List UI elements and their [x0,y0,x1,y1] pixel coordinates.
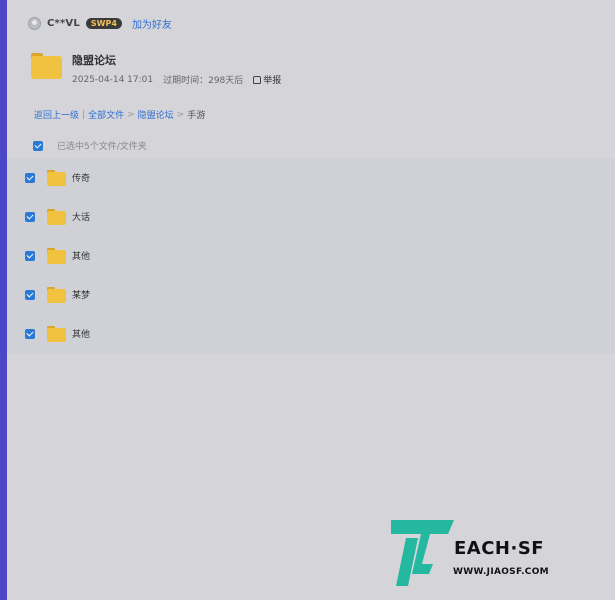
folder-icon [47,208,66,225]
watermark: EACH·SF WWW.JIAOSF.COM [388,512,588,588]
item-checkbox[interactable] [25,328,35,339]
list-item[interactable]: 传奇 [7,158,615,197]
item-name[interactable]: 某梦 [72,288,90,301]
breadcrumb-all-files[interactable]: 全部文件 [88,108,124,121]
watermark-logo-icon [391,520,454,586]
selection-summary: 已选中5个文件/文件夹 [57,142,147,152]
list-item[interactable]: 大话 [7,197,615,236]
share-meta: 2025-04-14 17:01 过期时间：298天后 举报 [72,73,281,87]
report-button[interactable]: 举报 [253,73,281,86]
item-name[interactable]: 传奇 [72,171,90,184]
select-all-row: 已选中5个文件/文件夹 [33,139,147,152]
share-expiry: 过期时间：298天后 [163,76,244,86]
add-friend-link[interactable]: 加为好友 [132,16,172,31]
list-item[interactable]: 其他 [7,236,615,275]
item-name[interactable]: 其他 [72,249,90,262]
item-checkbox[interactable] [25,172,35,183]
watermark-brand: EACH·SF [454,538,545,559]
breadcrumb-forum[interactable]: 隐盟论坛 [138,108,174,121]
folder-icon [47,325,66,342]
breadcrumb-back[interactable]: 返回上一级 [34,108,79,121]
breadcrumb-separator: > [176,109,185,120]
list-item[interactable]: 其他 [7,314,615,353]
folder-icon [31,53,62,79]
left-accent-bar [0,0,7,600]
folder-icon [47,169,66,186]
share-date: 2025-04-14 17:01 [72,74,154,85]
breadcrumb: 返回上一级 | 全部文件 > 隐盟论坛 > 手游 [34,108,206,122]
item-checkbox[interactable] [25,250,35,261]
item-name[interactable]: 其他 [72,327,90,340]
folder-icon [47,286,66,303]
watermark-url: WWW.JIAOSF.COM [453,567,549,577]
list-item[interactable]: 某梦 [7,275,615,314]
breadcrumb-divider: | [82,109,86,120]
share-header: 隐盟论坛 2025-04-14 17:01 过期时间：298天后 举报 [31,50,281,86]
avatar[interactable] [28,16,41,30]
share-page: C**VL SWP4 加为好友 隐盟论坛 2025-04-14 17:01 过期… [0,0,615,600]
share-title: 隐盟论坛 [72,54,116,67]
username: C**VL [47,17,80,29]
breadcrumb-current: 手游 [187,111,206,121]
report-icon [253,75,262,84]
item-checkbox[interactable] [25,211,35,222]
item-checkbox[interactable] [25,289,35,300]
user-row: C**VL SWP4 加为好友 [28,14,172,32]
file-list: 传奇 大话 其他 某梦 其他 [7,158,615,354]
item-name[interactable]: 大话 [72,210,90,223]
folder-icon [47,247,66,264]
report-label: 举报 [263,76,282,86]
breadcrumb-separator: > [127,109,135,120]
level-badge: SWP4 [85,17,122,29]
select-all-checkbox[interactable] [33,140,43,151]
